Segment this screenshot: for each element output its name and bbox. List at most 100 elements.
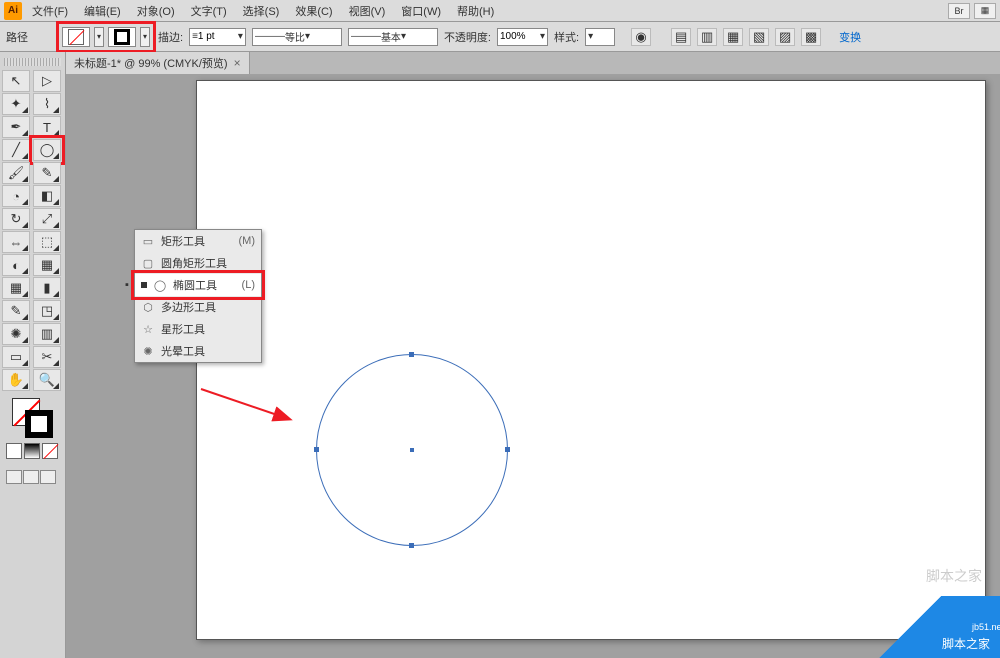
color-mode-gradient[interactable] bbox=[24, 443, 40, 459]
align-6-icon[interactable]: ▩ bbox=[801, 28, 821, 46]
center-point bbox=[410, 448, 414, 452]
flyout-star[interactable]: ☆ 星形工具 bbox=[135, 318, 261, 340]
screen-mode-1[interactable] bbox=[6, 470, 22, 484]
selection-tool[interactable]: ↖ bbox=[2, 70, 30, 92]
paintbrush-tool[interactable]: 🖌 bbox=[2, 162, 30, 184]
zoom-tool[interactable]: 🔍 bbox=[33, 369, 61, 391]
stroke-weight-label: 描边: bbox=[158, 29, 183, 45]
document-tab-bar: 未标题-1* @ 99% (CMYK/预览) × bbox=[66, 52, 1000, 74]
stroke-profile-select[interactable]: ——— 基本 ▾ bbox=[348, 28, 438, 46]
color-mode-solid[interactable] bbox=[6, 443, 22, 459]
mesh-tool[interactable]: ▦ bbox=[2, 277, 30, 299]
dash-label: 等比 bbox=[285, 29, 305, 44]
black-stroke-icon bbox=[114, 29, 130, 45]
align-3-icon[interactable]: ▦ bbox=[723, 28, 743, 46]
menu-help[interactable]: 帮助(H) bbox=[451, 1, 500, 21]
flyout-rounded-rect[interactable]: ▢ 圆角矩形工具 bbox=[135, 252, 261, 274]
align-4-icon[interactable]: ▧ bbox=[749, 28, 769, 46]
stroke-dropdown-arrow[interactable]: ▾ bbox=[140, 27, 150, 47]
rotate-tool[interactable]: ↻ bbox=[2, 208, 30, 230]
flyout-shortcut: (M) bbox=[239, 235, 256, 247]
rounded-rect-icon: ▢ bbox=[141, 257, 155, 270]
eyedropper-tool[interactable]: ✎ bbox=[2, 300, 30, 322]
hand-tool[interactable]: ✋ bbox=[2, 369, 30, 391]
artboard-tool[interactable]: ▭ bbox=[2, 346, 30, 368]
app-logo: Ai bbox=[4, 2, 22, 20]
align-2-icon[interactable]: ▥ bbox=[697, 28, 717, 46]
flyout-flare[interactable]: ✺ 光晕工具 bbox=[135, 340, 261, 362]
toolbox-grip[interactable] bbox=[4, 58, 61, 66]
pencil-tool[interactable]: ✎ bbox=[33, 162, 61, 184]
gradient-tool[interactable]: ▮ bbox=[33, 277, 61, 299]
stroke-weight-input[interactable]: ≡▾ bbox=[189, 28, 246, 46]
screen-mode-2[interactable] bbox=[23, 470, 39, 484]
align-1-icon[interactable]: ▤ bbox=[671, 28, 691, 46]
artboard[interactable] bbox=[196, 80, 986, 640]
flyout-rectangle[interactable]: ▭ 矩形工具 (M) bbox=[135, 230, 261, 252]
recolor-icon[interactable]: ◉ bbox=[631, 28, 651, 46]
ellipse-path[interactable] bbox=[316, 354, 508, 546]
perspective-tool[interactable]: ▦ bbox=[33, 254, 61, 276]
menu-select[interactable]: 选择(S) bbox=[237, 1, 286, 21]
fill-dropdown-arrow[interactable]: ▾ bbox=[94, 27, 104, 47]
blob-brush-tool[interactable]: ◔ bbox=[2, 185, 30, 207]
direct-selection-tool[interactable]: ▷ bbox=[33, 70, 61, 92]
lasso-tool[interactable]: ⌇ bbox=[33, 93, 61, 115]
canvas-viewport[interactable]: ▭ 矩形工具 (M) ▢ 圆角矩形工具 ◯ 椭圆工具 (L) ⬡ 多边形工具 bbox=[66, 74, 1000, 658]
bridge-icon[interactable]: Br bbox=[948, 3, 970, 19]
menu-view[interactable]: 视图(V) bbox=[343, 1, 392, 21]
options-bar: 路径 ▾ ▾ 描边: ≡▾ ——— 等比 ▾ ——— 基本 ▾ 不透明度: ▾ … bbox=[0, 22, 1000, 52]
graph-tool[interactable]: ▥ bbox=[33, 323, 61, 345]
anchor-bottom[interactable] bbox=[409, 543, 414, 548]
fill-swatch-button[interactable] bbox=[62, 27, 90, 47]
shape-builder-tool[interactable]: ◐ bbox=[2, 254, 30, 276]
path-label: 路径 bbox=[6, 29, 28, 45]
stroke-indicator[interactable] bbox=[25, 410, 53, 438]
slice-tool[interactable]: ✂ bbox=[33, 346, 61, 368]
stroke-weight-value[interactable] bbox=[198, 31, 238, 42]
watermark-banner: jb51.net 脚本之家 bbox=[830, 596, 1000, 658]
arrange-docs-icon[interactable]: ▦ bbox=[974, 3, 996, 19]
menu-file[interactable]: 文件(F) bbox=[26, 1, 74, 21]
width-tool[interactable]: ⇔ bbox=[2, 231, 30, 253]
flyout-polygon[interactable]: ⬡ 多边形工具 bbox=[135, 296, 261, 318]
menu-object[interactable]: 对象(O) bbox=[131, 1, 181, 21]
menu-edit[interactable]: 编辑(E) bbox=[78, 1, 127, 21]
opacity-input[interactable]: ▾ bbox=[497, 28, 548, 46]
pen-tool[interactable]: ✒ bbox=[2, 116, 30, 138]
document-area: 未标题-1* @ 99% (CMYK/预览) × ▭ 矩形工具 (M) ▢ 圆角… bbox=[66, 52, 1000, 658]
menu-effect[interactable]: 效果(C) bbox=[289, 1, 338, 21]
anchor-left[interactable] bbox=[314, 447, 319, 452]
menu-window[interactable]: 窗口(W) bbox=[395, 1, 447, 21]
fill-stroke-indicator[interactable] bbox=[6, 396, 59, 438]
document-tab[interactable]: 未标题-1* @ 99% (CMYK/预览) × bbox=[66, 52, 250, 74]
eraser-tool[interactable]: ◧ bbox=[33, 185, 61, 207]
anchor-right[interactable] bbox=[505, 447, 510, 452]
tab-close-icon[interactable]: × bbox=[234, 56, 241, 70]
stroke-dash-select[interactable]: ——— 等比 ▾ bbox=[252, 28, 342, 46]
flyout-label: 圆角矩形工具 bbox=[161, 255, 227, 271]
shape-tool[interactable]: ◯ bbox=[33, 139, 61, 161]
opacity-value[interactable] bbox=[500, 31, 540, 42]
screen-mode-3[interactable] bbox=[40, 470, 56, 484]
anchor-top[interactable] bbox=[409, 352, 414, 357]
polygon-icon: ⬡ bbox=[141, 301, 155, 314]
graphic-style-select[interactable]: ▾ bbox=[585, 28, 615, 46]
toolbox: ↖ ▷ ✦ ⌇ ✒ T ╱ ◯ 🖌 ✎ ◔ ◧ ↻ ⤢ ⇔ ⬚ ◐ ▦ ▦ ▮ … bbox=[0, 52, 66, 658]
magic-wand-tool[interactable]: ✦ bbox=[2, 93, 30, 115]
menu-type[interactable]: 文字(T) bbox=[185, 1, 233, 21]
color-mode-none[interactable] bbox=[42, 443, 58, 459]
flyout-ellipse[interactable]: ◯ 椭圆工具 (L) bbox=[135, 274, 261, 296]
blend-tool[interactable]: ◳ bbox=[33, 300, 61, 322]
type-tool[interactable]: T bbox=[33, 116, 61, 138]
line-tool[interactable]: ╱ bbox=[2, 139, 30, 161]
free-transform-tool[interactable]: ⬚ bbox=[33, 231, 61, 253]
shape-tool-flyout: ▭ 矩形工具 (M) ▢ 圆角矩形工具 ◯ 椭圆工具 (L) ⬡ 多边形工具 bbox=[134, 229, 262, 363]
align-5-icon[interactable]: ▨ bbox=[775, 28, 795, 46]
symbol-sprayer-tool[interactable]: ✺ bbox=[2, 323, 30, 345]
scale-tool[interactable]: ⤢ bbox=[33, 208, 61, 230]
stroke-swatch-button[interactable] bbox=[108, 27, 136, 47]
transform-link[interactable]: 变换 bbox=[839, 29, 861, 45]
flyout-label: 多边形工具 bbox=[161, 299, 216, 315]
flare-icon: ✺ bbox=[141, 345, 155, 358]
